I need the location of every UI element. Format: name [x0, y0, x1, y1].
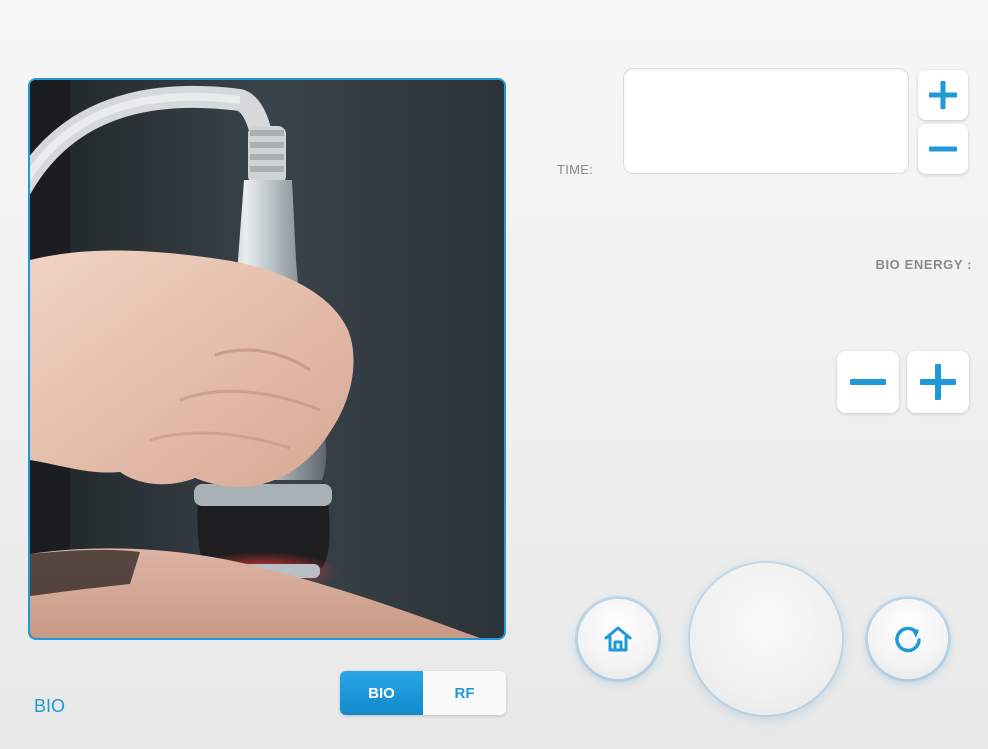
mode-label: BIO [34, 696, 66, 716]
start-button[interactable] [690, 563, 842, 715]
bio-energy-label: BIO ENERGY : [875, 257, 972, 272]
energy-decrease-button[interactable] [837, 351, 899, 413]
time-decrease-button[interactable] [918, 124, 968, 174]
energy-increase-button[interactable] [907, 351, 969, 413]
reset-button[interactable] [868, 599, 948, 679]
mode-bio-button[interactable]: BIO [340, 671, 423, 715]
treatment-image [28, 78, 506, 640]
mode-rf-button[interactable]: RF [423, 671, 506, 715]
home-icon [604, 626, 632, 652]
time-display [623, 68, 909, 174]
home-button[interactable] [578, 599, 658, 679]
mode-toggle: BIO RF [340, 671, 506, 715]
time-label: TIME: [557, 162, 594, 177]
time-increase-button[interactable] [918, 70, 968, 120]
treatment-photo [30, 80, 504, 638]
refresh-icon [895, 626, 921, 653]
